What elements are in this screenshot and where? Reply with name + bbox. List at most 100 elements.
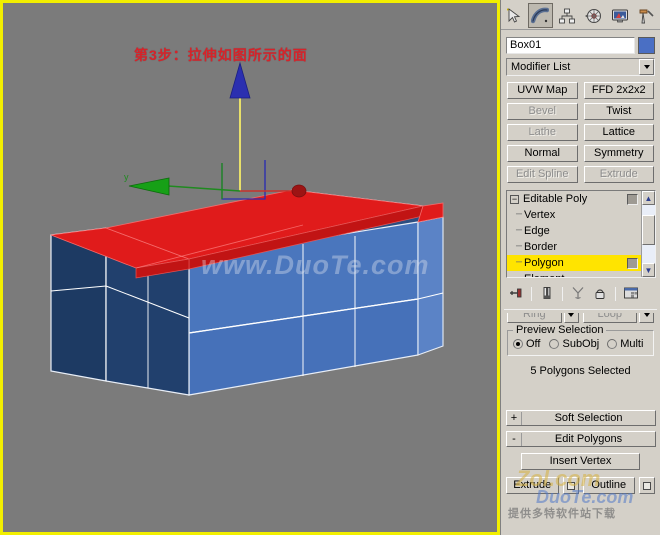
configure-modifier-sets-button[interactable] [620, 284, 642, 304]
modifier-button-extrude[interactable]: Extrude [583, 166, 654, 183]
svg-text:y: y [124, 172, 129, 182]
modifier-button-uvw-map[interactable]: UVW Map [507, 82, 578, 99]
outline-button[interactable]: Outline [582, 477, 635, 494]
modifier-stack-list[interactable]: − Editable Poly ─ Vertex ─ Edge ─ Border [507, 191, 641, 277]
scroll-up-icon[interactable]: ▲ [642, 191, 655, 205]
extrude-outline-row: Extrude Outline [506, 477, 655, 494]
tab-create[interactable] [501, 3, 527, 28]
ring-loop-row: Ring Loop [507, 313, 654, 324]
tab-modify[interactable] [527, 3, 553, 28]
object-color-swatch[interactable] [638, 37, 655, 54]
stack-item-label: Vertex [524, 209, 556, 221]
rollout-expander-icon[interactable]: - [507, 432, 522, 446]
modifier-button-edit-spline[interactable]: Edit Spline [507, 166, 578, 183]
rollout-soft-selection[interactable]: + Soft Selection [506, 410, 656, 426]
make-unique-icon [570, 286, 586, 303]
modifier-button-lathe[interactable]: Lathe [507, 124, 578, 141]
stack-subitem-vertex[interactable]: ─ Vertex [507, 207, 641, 223]
perspective-viewport[interactable]: y 第3步：拉伸如图所示的面 www.DuoTe.com [3, 3, 497, 532]
stack-item-checkbox[interactable] [627, 257, 638, 269]
tab-utilities[interactable] [633, 3, 659, 28]
make-unique-button[interactable] [567, 284, 589, 304]
modifier-button-bevel[interactable]: Bevel [507, 103, 578, 120]
tab-hierarchy[interactable] [554, 3, 580, 28]
stack-subitem-polygon[interactable]: ─ Polygon [507, 255, 641, 271]
modifier-button-twist[interactable]: Twist [583, 103, 654, 120]
stack-subitem-border[interactable]: ─ Border [507, 239, 641, 255]
display-monitor-icon [611, 7, 629, 25]
remove-modifier-button[interactable] [589, 284, 611, 304]
modifier-button-grid: UVW Map FFD 2x2x2 Bevel Twist Lathe Latt… [507, 82, 654, 183]
create-arrow-icon [505, 7, 523, 25]
object-name-field[interactable]: Box01 [506, 37, 635, 54]
chevron-down-icon[interactable] [639, 59, 654, 75]
rollout-expander-icon[interactable]: + [507, 411, 522, 425]
viewport-step-annotation: 第3步：拉伸如图所示的面 [134, 47, 308, 63]
viewport-3d-scene: y [50, 61, 444, 396]
pin-stack-button[interactable] [505, 284, 527, 304]
preview-selection-group: Preview Selection Off SubObj Multi [507, 324, 654, 356]
stack-toolbar [505, 283, 656, 305]
stack-item-label: Polygon [524, 257, 564, 269]
stack-subitem-edge[interactable]: ─ Edge [507, 223, 641, 239]
show-end-result-button[interactable] [536, 284, 558, 304]
modifier-button-ffd[interactable]: FFD 2x2x2 [583, 82, 654, 99]
modifier-button-normal[interactable]: Normal [507, 145, 578, 162]
modifier-button-symmetry[interactable]: Symmetry [583, 145, 654, 162]
toolbar-divider [562, 287, 563, 301]
tree-branch-icon: ─ [516, 257, 522, 269]
hierarchy-icon [558, 7, 576, 25]
pin-stack-icon [508, 286, 524, 303]
collapse-toggle-icon[interactable]: − [510, 194, 519, 204]
insert-vertex-button[interactable]: Insert Vertex [521, 453, 640, 470]
remove-modifier-icon [592, 286, 608, 303]
loop-button[interactable]: Loop [582, 313, 637, 323]
selection-count-label: 5 Polygons Selected [530, 365, 631, 377]
rollout-title: Soft Selection [554, 411, 623, 424]
stack-item-label: Element [524, 273, 641, 277]
active-viewport-border: y 第3步：拉伸如图所示的面 www.DuoTe.com [0, 0, 500, 535]
panel-divider [504, 309, 657, 310]
stack-item-label: Border [524, 241, 558, 253]
ring-spinner[interactable] [563, 313, 579, 323]
dialog-box-icon [566, 481, 575, 490]
radio-subobj[interactable]: SubObj [549, 338, 599, 350]
tab-display[interactable] [607, 3, 633, 28]
rollout-title: Edit Polygons [554, 432, 623, 445]
scroll-down-icon[interactable]: ▼ [642, 263, 655, 277]
scrollbar-track[interactable] [642, 205, 655, 263]
extrude-settings-button[interactable] [562, 477, 579, 494]
ring-control: Ring [507, 313, 579, 324]
loop-control: Loop [582, 313, 654, 324]
show-end-result-icon [539, 286, 555, 303]
modify-curve-icon [531, 7, 550, 25]
stack-item-checkbox[interactable] [627, 193, 638, 205]
modifier-stack: − Editable Poly ─ Vertex ─ Edge ─ Border [506, 190, 656, 278]
toolbar-divider [615, 287, 616, 301]
outline-settings-button[interactable] [639, 477, 655, 494]
rollout-edit-polygons[interactable]: - Edit Polygons [506, 431, 656, 447]
stack-subitem-element[interactable]: ─ Element [507, 271, 641, 277]
radio-button-icon[interactable] [607, 339, 618, 349]
3dsmax-window: y 第3步：拉伸如图所示的面 www.DuoTe.com Box01 Modif… [0, 0, 660, 535]
tree-branch-icon: ─ [516, 209, 522, 221]
toolbar-divider [531, 287, 532, 301]
radio-label: SubObj [562, 338, 600, 350]
scrollbar-thumb[interactable] [642, 215, 655, 245]
loop-spinner[interactable] [639, 313, 654, 323]
command-panel-tabs [501, 0, 660, 30]
ring-button[interactable]: Ring [507, 313, 562, 323]
modifier-list-label: Modifier List [511, 61, 571, 73]
stack-item-editable-poly[interactable]: − Editable Poly [507, 191, 641, 207]
modifier-button-lattice[interactable]: Lattice [583, 124, 654, 141]
extrude-button[interactable]: Extrude [506, 477, 559, 494]
tab-motion[interactable] [580, 3, 606, 28]
radio-label: Multi [620, 338, 644, 350]
radio-off[interactable]: Off [513, 338, 540, 350]
modifier-list-dropdown[interactable]: Modifier List [506, 58, 655, 76]
stack-scrollbar[interactable]: ▲ ▼ [641, 191, 655, 277]
radio-multi[interactable]: Multi [607, 338, 643, 350]
radio-button-icon[interactable] [513, 339, 523, 349]
radio-button-icon[interactable] [549, 339, 560, 349]
stack-item-label: Edge [524, 225, 550, 237]
